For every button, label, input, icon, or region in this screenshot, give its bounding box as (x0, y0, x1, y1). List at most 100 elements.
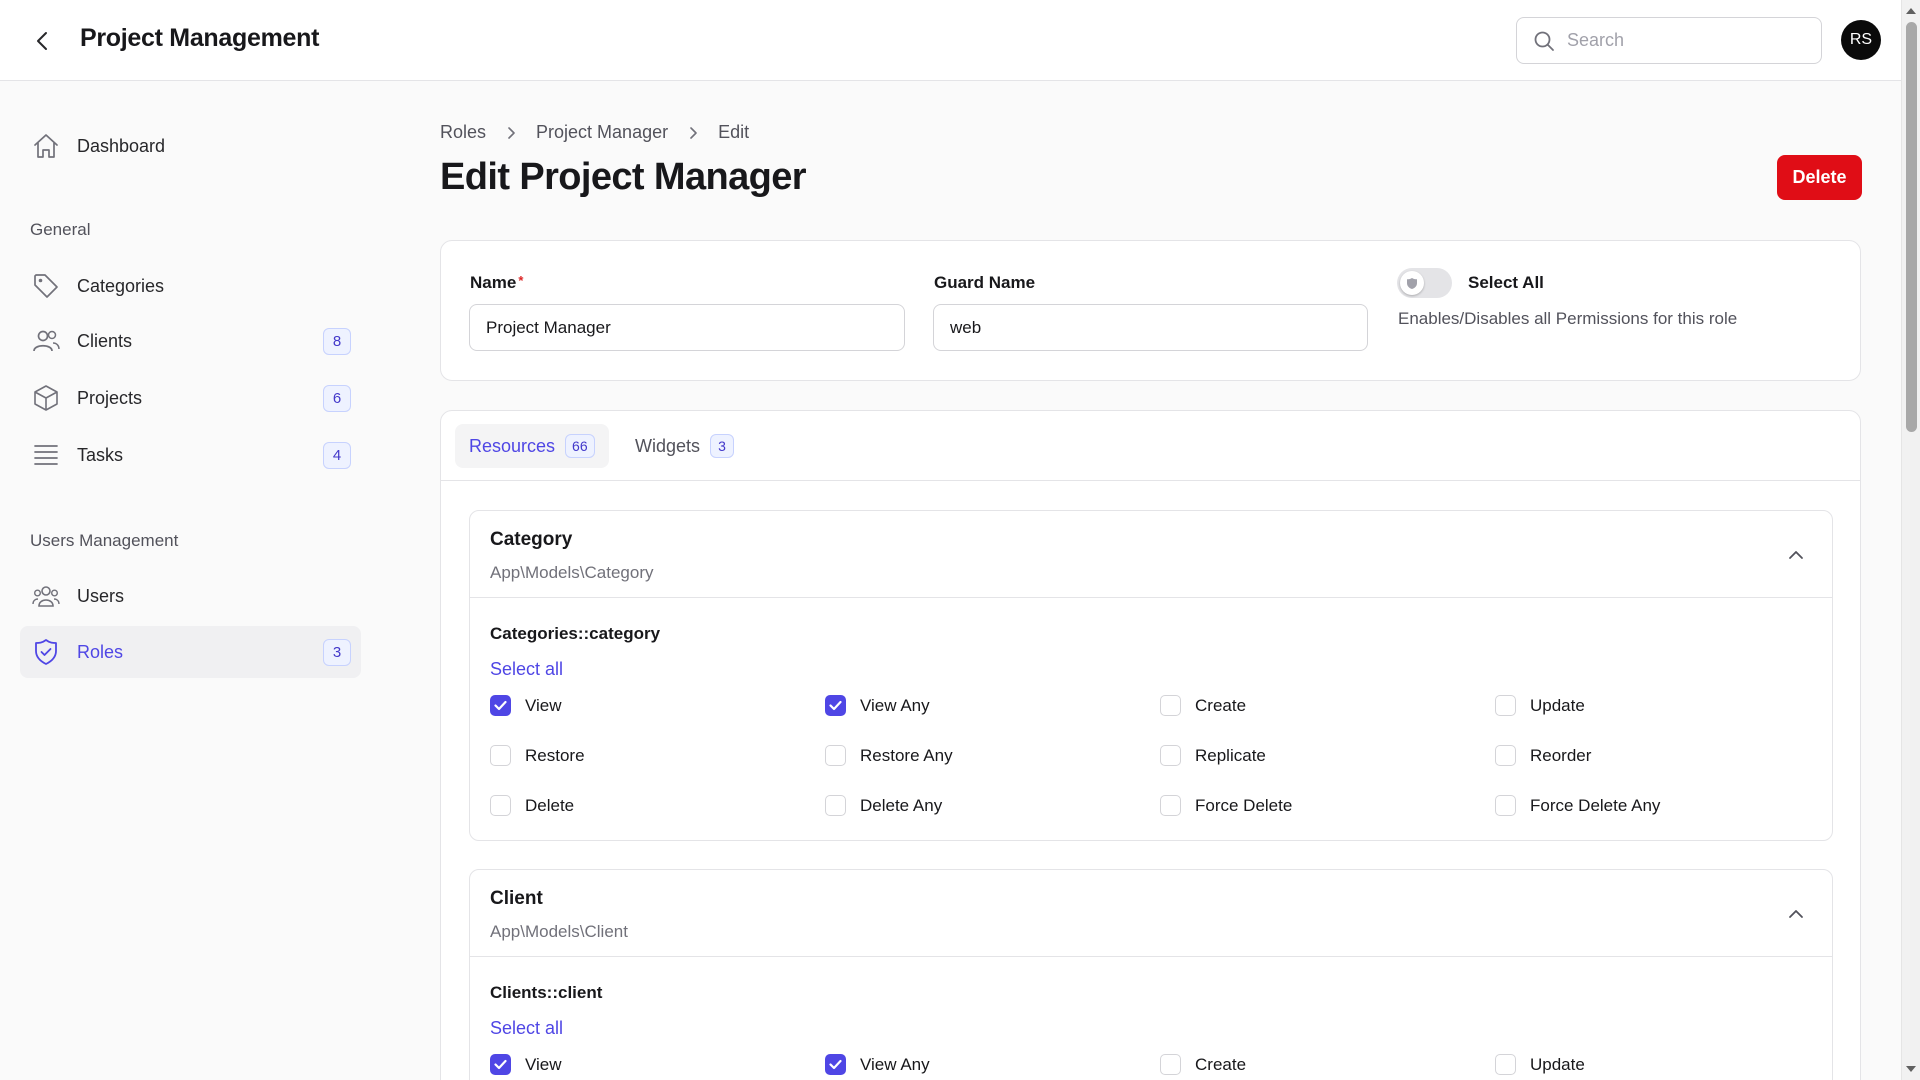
sidebar-item-users[interactable]: Users (20, 570, 361, 622)
permission-update[interactable]: Update (1495, 1054, 1585, 1075)
scroll-thumb[interactable] (1906, 22, 1917, 432)
section-divider (470, 597, 1832, 598)
sidebar-item-label: Tasks (77, 444, 124, 465)
checkbox[interactable] (825, 1054, 846, 1075)
sidebar-item-tasks[interactable]: Tasks 4 (20, 429, 361, 481)
app-title: Project Management (80, 24, 320, 52)
section-divider (470, 956, 1832, 957)
scroll-up-arrow-icon[interactable] (1906, 8, 1916, 14)
tab-label: Resources (469, 435, 556, 456)
permission-label: Reorder (1530, 745, 1592, 765)
chevron-up-icon (1789, 551, 1803, 559)
scrollbar[interactable] (1901, 0, 1920, 1080)
resource-title: Client (490, 888, 543, 909)
tab-widgets[interactable]: Widgets 3 (621, 424, 748, 468)
permission-update[interactable]: Update (1495, 695, 1585, 716)
chevron-right-icon (688, 126, 698, 140)
tag-icon (32, 272, 60, 300)
checkbox[interactable] (825, 745, 846, 766)
permission-label: Delete (525, 795, 575, 815)
checkbox[interactable] (1495, 795, 1516, 816)
permission-create[interactable]: Create (1160, 695, 1246, 716)
permission-view-any[interactable]: View Any (825, 695, 930, 716)
search-box[interactable] (1516, 17, 1822, 64)
permission-view[interactable]: View (490, 1054, 562, 1075)
checkmark-icon (494, 700, 507, 711)
checkbox[interactable] (490, 695, 511, 716)
checkbox[interactable] (490, 1054, 511, 1075)
sidebar-item-clients[interactable]: Clients 8 (20, 315, 361, 367)
resource-model: App\Models\Category (490, 563, 654, 582)
sidebar-item-categories[interactable]: Categories (20, 260, 361, 312)
back-button[interactable] (28, 26, 58, 56)
tab-resources[interactable]: Resources 66 (455, 424, 609, 468)
checkbox[interactable] (1160, 1054, 1181, 1075)
permission-label: Update (1530, 1054, 1585, 1074)
permission-label: View Any (860, 695, 930, 715)
user-group-icon (32, 582, 60, 610)
permission-delete-any[interactable]: Delete Any (825, 795, 942, 816)
avatar[interactable]: RS (1841, 20, 1881, 60)
scroll-down-arrow-icon[interactable] (1906, 1066, 1916, 1072)
checkbox[interactable] (1160, 695, 1181, 716)
collapse-button[interactable] (1782, 900, 1810, 928)
permission-label: View Any (860, 1054, 930, 1074)
permission-delete[interactable]: Delete (490, 795, 574, 816)
delete-button[interactable]: Delete (1777, 155, 1862, 200)
permission-force-delete-any[interactable]: Force Delete Any (1495, 795, 1660, 816)
chevron-left-icon (37, 32, 47, 50)
checkmark-icon (829, 1059, 842, 1070)
checkbox[interactable] (490, 795, 511, 816)
select-all-link[interactable]: Select all (490, 1018, 563, 1039)
collapse-button[interactable] (1782, 541, 1810, 569)
top-bar: Project Management RS (0, 0, 1901, 81)
select-all-link[interactable]: Select all (490, 659, 563, 680)
count-badge: 3 (323, 639, 351, 666)
select-all-label: Select All (1468, 273, 1544, 292)
permission-force-delete[interactable]: Force Delete (1160, 795, 1292, 816)
checkbox[interactable] (1160, 745, 1181, 766)
name-field[interactable] (469, 304, 905, 351)
resource-title: Category (490, 529, 573, 550)
count-badge: 66 (565, 434, 595, 458)
sidebar-item-label: Users (77, 585, 125, 606)
guard-name-label: Guard Name (934, 273, 1036, 292)
sidebar-item-dashboard[interactable]: Dashboard (20, 120, 361, 172)
checkbox[interactable] (825, 795, 846, 816)
permission-group-label: Categories::category (490, 624, 661, 643)
breadcrumb-roles[interactable]: Roles (440, 122, 486, 143)
permission-label: Replicate (1195, 745, 1266, 765)
sidebar-item-label: Dashboard (77, 135, 166, 156)
permission-replicate[interactable]: Replicate (1160, 745, 1266, 766)
permission-restore[interactable]: Restore (490, 745, 585, 766)
sidebar-item-roles[interactable]: Roles 3 (20, 626, 361, 678)
guard-name-field[interactable] (933, 304, 1368, 351)
resource-model: App\Models\Client (490, 922, 628, 941)
resource-section-client: Client App\Models\Client Clients::client… (469, 869, 1833, 1080)
breadcrumb-edit: Edit (718, 122, 750, 142)
chevron-up-icon (1789, 910, 1803, 918)
permission-label: Force Delete (1195, 795, 1293, 815)
sidebar-group-label: Users Management (30, 531, 179, 550)
select-all-toggle[interactable] (1397, 268, 1452, 298)
checkbox[interactable] (1495, 695, 1516, 716)
permission-reorder[interactable]: Reorder (1495, 745, 1591, 766)
count-badge: 3 (710, 434, 735, 458)
search-input[interactable] (1567, 30, 1807, 51)
sidebar-item-projects[interactable]: Projects 6 (20, 372, 361, 424)
checkbox[interactable] (1495, 745, 1516, 766)
sidebar-item-label: Projects (77, 387, 143, 408)
permission-view-any[interactable]: View Any (825, 1054, 930, 1075)
count-badge: 6 (323, 385, 351, 412)
checkbox[interactable] (490, 745, 511, 766)
permission-restore-any[interactable]: Restore Any (825, 745, 953, 766)
checkbox[interactable] (1495, 1054, 1516, 1075)
checkbox[interactable] (825, 695, 846, 716)
checkmark-icon (829, 700, 842, 711)
shield-icon (1407, 277, 1417, 289)
permission-view[interactable]: View (490, 695, 562, 716)
permission-create[interactable]: Create (1160, 1054, 1246, 1075)
checkbox[interactable] (1160, 795, 1181, 816)
home-icon (32, 132, 60, 160)
breadcrumb-project-manager[interactable]: Project Manager (536, 122, 668, 143)
